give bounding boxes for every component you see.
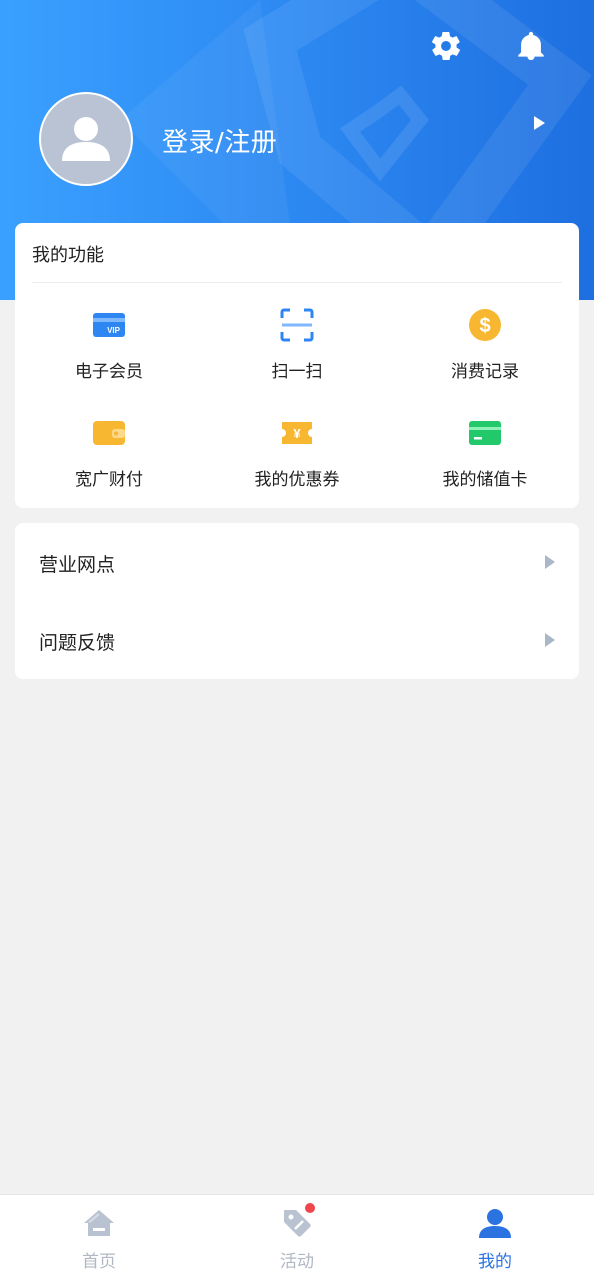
menu-item-label: 问题反馈 <box>39 632 116 654</box>
menu-item-feedback[interactable]: 问题反馈 <box>15 601 579 679</box>
feature-broad-payment[interactable]: 宽广财付 <box>15 415 203 511</box>
chevron-right-icon <box>545 555 555 569</box>
divider <box>32 282 562 283</box>
vip-badge-text: VIP <box>107 326 121 335</box>
feature-label: 消费记录 <box>451 362 519 382</box>
menu-item-business-outlets[interactable]: 营业网点 <box>15 523 579 601</box>
avatar[interactable] <box>39 92 133 186</box>
coupon-symbol: ¥ <box>293 426 301 441</box>
chevron-right-icon <box>545 633 555 647</box>
home-icon <box>81 1205 117 1241</box>
feature-my-coupons[interactable]: ¥ 我的优惠券 <box>203 415 391 511</box>
menu-card: 营业网点 问题反馈 <box>15 523 579 679</box>
bottom-tab-bar: 首页 活动 我的 <box>0 1194 594 1280</box>
bell-icon <box>518 31 544 61</box>
feature-label: 宽广财付 <box>75 470 143 490</box>
coupon-icon: ¥ <box>279 415 315 451</box>
feature-stored-value-card[interactable]: 我的储值卡 <box>391 415 579 511</box>
notifications-button[interactable] <box>511 26 551 66</box>
chevron-right-icon[interactable] <box>534 116 545 130</box>
feature-label: 我的储值卡 <box>442 470 528 490</box>
dollar-coin-icon: $ <box>467 307 503 343</box>
tag-icon <box>279 1203 315 1241</box>
tab-label: 首页 <box>82 1252 116 1272</box>
settings-button[interactable] <box>426 26 466 66</box>
gear-icon <box>432 31 460 61</box>
feature-consumption-record[interactable]: $ 消费记录 <box>391 307 579 403</box>
tab-label: 活动 <box>280 1252 314 1272</box>
feature-electronic-member[interactable]: VIP 电子会员 <box>15 307 203 403</box>
login-register-link[interactable]: 登录/注册 <box>162 122 277 159</box>
user-icon <box>62 117 110 161</box>
menu-item-label: 营业网点 <box>39 554 116 576</box>
feature-label: 我的优惠券 <box>254 470 340 490</box>
scan-icon <box>279 307 315 343</box>
tab-home[interactable]: 首页 <box>0 1195 198 1280</box>
feature-label: 扫一扫 <box>271 362 323 382</box>
my-features-card: 我的功能 VIP 电子会员 扫一扫 $ 消费记录 宽广财付 ¥ 我的优惠券 我的… <box>15 223 579 508</box>
tab-activity[interactable]: 活动 <box>198 1195 396 1280</box>
tab-mine[interactable]: 我的 <box>396 1195 594 1280</box>
vip-card-icon: VIP <box>91 307 127 343</box>
coin-symbol: $ <box>479 315 490 337</box>
wallet-icon <box>91 415 127 451</box>
features-title: 我的功能 <box>32 245 104 266</box>
card-icon <box>467 415 503 451</box>
user-icon <box>477 1205 513 1241</box>
notification-dot <box>305 1203 315 1213</box>
feature-scan[interactable]: 扫一扫 <box>203 307 391 403</box>
tab-label: 我的 <box>478 1252 512 1272</box>
feature-label: 电子会员 <box>75 362 143 382</box>
